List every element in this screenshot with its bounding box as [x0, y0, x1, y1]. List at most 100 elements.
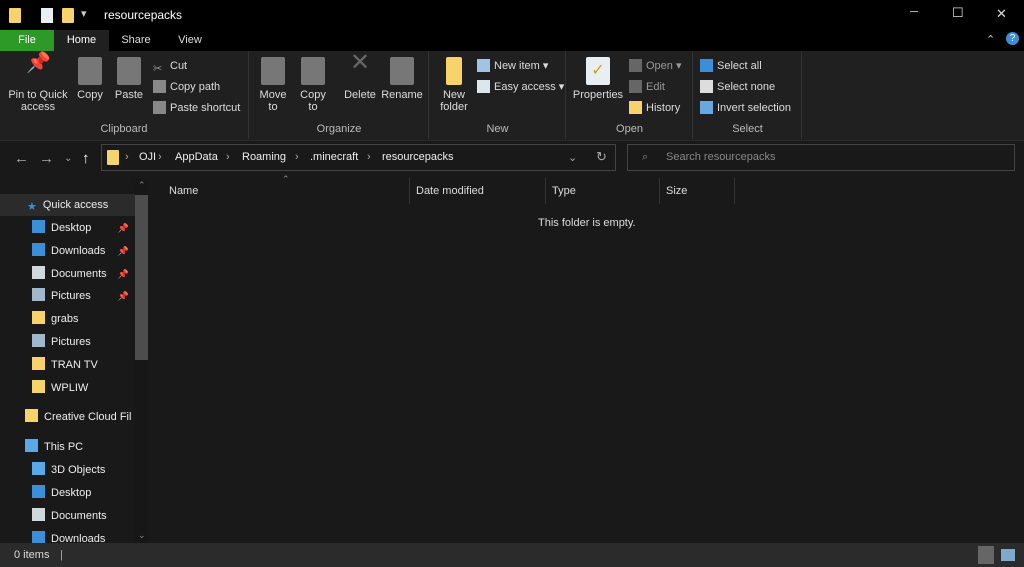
copy-path-button[interactable]: Copy path	[153, 78, 220, 96]
clipboard-group: 📌 Pin to Quick access Copy Paste ✂ Cut Cop…	[0, 51, 249, 139]
paste-shortcut-button[interactable]: Paste shortcut	[153, 99, 240, 117]
easy-access-button[interactable]: Easy access ▾	[477, 78, 564, 96]
paste-icon	[117, 57, 141, 85]
crumb-resourcepacks[interactable]: resourcepacks	[382, 151, 454, 163]
nav-item[interactable]: Documents 📌	[0, 263, 135, 285]
tab-share[interactable]: Share	[112, 30, 160, 51]
nav-item[interactable]: grabs	[0, 308, 135, 330]
nav-item[interactable]: Desktop	[0, 482, 135, 504]
close-button[interactable]: ✕	[996, 6, 1007, 22]
properties-quick-icon[interactable]	[41, 8, 53, 23]
crumb-minecraft[interactable]: .minecraft	[310, 151, 358, 163]
details-view-button[interactable]	[978, 546, 994, 564]
crumb-oji[interactable]: OJI	[139, 151, 156, 163]
nav-this-pc[interactable]: This PC	[0, 436, 135, 458]
properties-button[interactable]: ✓ Properties	[571, 57, 625, 101]
pin-icon[interactable]: 📌	[118, 263, 129, 285]
address-dropdown-icon[interactable]: ⌄	[568, 151, 577, 164]
pin-to-quick-access-button[interactable]: 📌 Pin to Quick access	[4, 52, 72, 113]
copy-path-label: Copy path	[170, 81, 221, 93]
nav-scrollbar-thumb[interactable]	[135, 195, 148, 360]
scroll-down-icon[interactable]: ⌄	[138, 530, 146, 541]
new-item-icon	[477, 59, 490, 72]
column-date-modified[interactable]: Date modified	[409, 178, 546, 204]
refresh-icon[interactable]: ↻	[596, 149, 607, 165]
delete-button[interactable]: ✕ Delete	[342, 51, 378, 102]
tab-view[interactable]: View	[165, 30, 215, 51]
address-bar[interactable]: › OJI › AppData › Roaming › .minecraft ›…	[101, 144, 616, 171]
nav-item[interactable]: Pictures 📌	[0, 285, 135, 307]
copy-to-button[interactable]: Copy to	[296, 57, 330, 113]
copy-button[interactable]: Copy	[74, 57, 106, 101]
move-to-button[interactable]: Move to	[256, 57, 290, 113]
customize-toolbar-icon[interactable]: ▾	[81, 7, 87, 20]
nav-item[interactable]: Pictures	[0, 331, 135, 353]
copy-icon	[78, 57, 102, 85]
crumb-roaming[interactable]: Roaming	[242, 151, 286, 163]
nav-item[interactable]: Desktop 📌	[0, 217, 135, 239]
pin-icon: 📌	[26, 52, 51, 74]
crumb-appdata[interactable]: AppData	[175, 151, 218, 163]
crumb-separator: ›	[367, 151, 371, 163]
rename-button[interactable]: Rename	[380, 57, 424, 101]
nav-item[interactable]: Documents	[0, 505, 135, 527]
pictures-icon	[32, 334, 45, 347]
pin-icon[interactable]: 📌	[118, 285, 129, 307]
select-none-button[interactable]: Select none	[700, 78, 775, 96]
new-folder-button[interactable]: New folder	[434, 57, 474, 113]
nav-quick-access[interactable]: ★ Quick access	[0, 194, 135, 216]
column-name[interactable]: Name	[162, 178, 410, 204]
paste-label: Paste	[114, 89, 144, 101]
nav-item[interactable]: TRAN TV	[0, 354, 135, 376]
move-icon	[261, 57, 285, 85]
new-folder-quick-icon[interactable]	[62, 8, 74, 23]
search-input[interactable]: ⌕ Search resourcepacks	[627, 144, 1015, 171]
paste-shortcut-label: Paste shortcut	[170, 102, 241, 114]
nav-item[interactable]: WPLIW	[0, 377, 135, 399]
tab-home[interactable]: Home	[54, 30, 109, 51]
new-folder-label: New folder	[440, 89, 468, 113]
pin-icon[interactable]: 📌	[118, 240, 129, 262]
tab-file[interactable]: File	[0, 30, 54, 51]
history-button[interactable]: History	[629, 99, 680, 117]
new-group: New folder New item ▾ Easy access ▾ New	[430, 51, 566, 139]
crumb-separator: ›	[295, 151, 299, 163]
rename-label: Rename	[381, 89, 423, 101]
folder-icon	[32, 356, 45, 370]
nav-label: 3D Objects	[51, 464, 106, 476]
open-button[interactable]: Open ▾	[629, 57, 682, 75]
folder-icon	[107, 150, 119, 165]
download-icon	[32, 242, 45, 256]
collapse-ribbon-icon[interactable]: ⌃	[986, 33, 995, 46]
easy-access-label: Easy access ▾	[494, 81, 565, 93]
forward-button[interactable]: →	[39, 150, 54, 167]
maximize-button[interactable]: ☐	[952, 5, 964, 21]
back-button[interactable]: ←	[14, 150, 29, 167]
new-item-button[interactable]: New item ▾	[477, 57, 548, 75]
scroll-up-icon[interactable]: ⌃	[138, 180, 146, 191]
edit-button[interactable]: Edit	[629, 78, 665, 96]
select-all-button[interactable]: Select all	[700, 57, 762, 75]
minimize-button[interactable]: ─	[910, 6, 918, 18]
column-size[interactable]: Size	[659, 178, 735, 204]
invert-selection-button[interactable]: Invert selection	[700, 99, 791, 117]
nav-item[interactable]: 3D Objects	[0, 459, 135, 481]
cut-label: Cut	[170, 60, 188, 72]
help-icon[interactable]: ?	[1006, 32, 1019, 45]
recent-locations-button[interactable]: ⌄	[64, 153, 72, 164]
paste-button[interactable]: Paste	[112, 57, 146, 101]
open-group: ✓ Properties Open ▾ Edit History Open	[567, 51, 693, 139]
column-type[interactable]: Type	[545, 178, 660, 204]
nav-creative-cloud[interactable]: Creative Cloud Fil	[0, 406, 135, 428]
invert-selection-label: Invert selection	[717, 102, 791, 114]
large-icons-view-button[interactable]	[1001, 549, 1015, 561]
pin-icon[interactable]: 📌	[118, 217, 129, 239]
nav-item[interactable]: Downloads 📌	[0, 240, 135, 262]
up-button[interactable]: ↑	[82, 150, 90, 167]
nav-label: Documents	[51, 267, 107, 280]
open-icon	[629, 59, 642, 72]
desktop-icon	[32, 220, 45, 233]
folder-icon	[32, 379, 45, 393]
select-all-icon	[700, 59, 713, 72]
cut-button[interactable]: ✂ Cut	[153, 57, 187, 75]
